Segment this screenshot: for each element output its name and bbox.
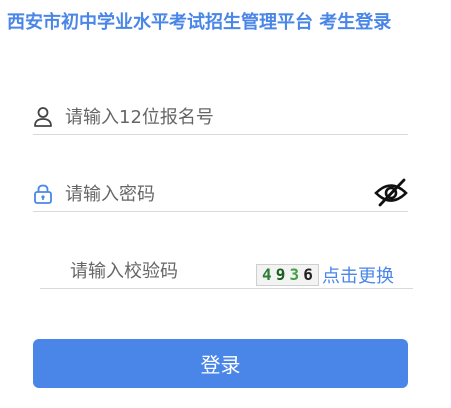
- lock-icon: [33, 183, 53, 205]
- password-field-row: [33, 173, 408, 212]
- captcha-image[interactable]: 4 9 3 6: [256, 264, 319, 286]
- captcha-char: 3: [289, 265, 300, 284]
- password-input[interactable]: [65, 181, 365, 207]
- user-icon: [33, 106, 53, 128]
- captcha-char: 6: [303, 265, 313, 284]
- login-button[interactable]: 登录: [33, 339, 408, 388]
- username-input[interactable]: [65, 104, 365, 130]
- captcha-char: 4: [262, 265, 272, 284]
- eye-slash-icon[interactable]: [374, 177, 408, 207]
- refresh-captcha-link[interactable]: 点击更换: [322, 262, 394, 288]
- username-field-row: [33, 96, 408, 135]
- captcha-input[interactable]: [70, 258, 250, 284]
- captcha-char: 9: [275, 265, 286, 284]
- captcha-field-row: 4 9 3 6 点击更换: [40, 250, 413, 289]
- page-title: 西安市初中学业水平考试招生管理平台 考生登录: [7, 12, 392, 33]
